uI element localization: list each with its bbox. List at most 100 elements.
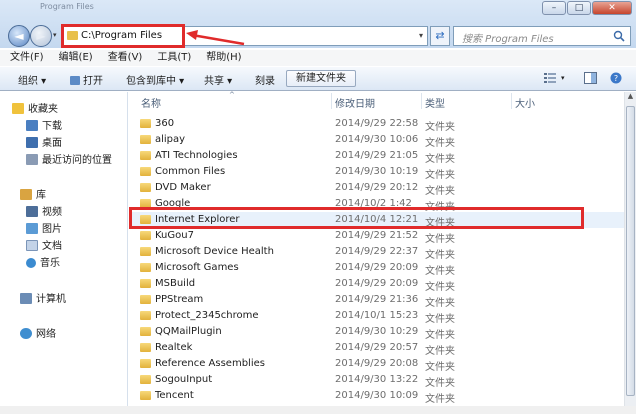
file-row[interactable]: PPStream 2014/9/29 21:36 文件夹 xyxy=(129,292,624,309)
file-name: QQMailPlugin xyxy=(155,326,222,337)
nav-pictures[interactable]: 图片 xyxy=(26,220,62,235)
nav-music-label: 音乐 xyxy=(40,258,60,269)
pictures-icon xyxy=(26,223,38,234)
file-type: 文件夹 xyxy=(425,298,455,309)
column-divider[interactable] xyxy=(511,93,512,109)
nav-favorites-label: 收藏夹 xyxy=(28,104,58,115)
file-row[interactable]: Microsoft Games 2014/9/29 20:09 文件夹 xyxy=(129,260,624,277)
open-button[interactable]: 打开 xyxy=(70,72,103,87)
file-row[interactable]: QQMailPlugin 2014/9/30 10:29 文件夹 xyxy=(129,324,624,341)
refresh-button[interactable]: ⇄ xyxy=(430,26,450,46)
folder-icon xyxy=(140,391,151,400)
back-button[interactable]: ◄ xyxy=(8,25,30,47)
include-in-library-button[interactable]: 包含到库中 ▾ xyxy=(126,72,184,87)
file-name: Tencent xyxy=(155,390,194,401)
navigation-pane: 收藏夹 下载 桌面 最近访问的位置 库 视频 图片 文档 音乐 计算机 网络 xyxy=(0,92,128,414)
column-date[interactable]: 修改日期 xyxy=(335,95,375,110)
menu-tools[interactable]: 工具(T) xyxy=(157,50,191,66)
file-date: 2014/9/29 20:57 xyxy=(335,342,419,353)
column-type[interactable]: 类型 xyxy=(425,95,445,110)
file-date: 2014/9/29 20:08 xyxy=(335,358,419,369)
file-row[interactable]: Protect_2345chrome 2014/10/1 15:23 文件夹 xyxy=(129,308,624,325)
minimize-button[interactable]: – xyxy=(542,1,566,15)
column-divider[interactable] xyxy=(331,93,332,109)
column-size[interactable]: 大小 xyxy=(515,95,535,110)
scroll-up-icon[interactable]: ▲ xyxy=(625,92,636,104)
status-bar xyxy=(0,406,636,414)
nav-desktop[interactable]: 桌面 xyxy=(26,134,62,149)
open-label: 打开 xyxy=(83,76,103,87)
file-row[interactable]: alipay 2014/9/30 10:06 文件夹 xyxy=(129,132,624,149)
search-input[interactable]: 搜索 Program Files xyxy=(453,26,631,46)
search-icon[interactable] xyxy=(613,30,625,42)
file-date: 2014/9/29 22:58 xyxy=(335,118,419,129)
file-row[interactable]: SogouInput 2014/9/30 13:22 文件夹 xyxy=(129,372,624,389)
nav-libraries[interactable]: 库 xyxy=(20,186,46,201)
nav-videos[interactable]: 视频 xyxy=(26,203,62,218)
command-bar: 组织 ▾ 打开 包含到库中 ▾ 共享 ▾ 刻录 新建文件夹 ▾ ? xyxy=(0,67,636,91)
menu-help[interactable]: 帮助(H) xyxy=(206,50,241,66)
nav-music[interactable]: 音乐 xyxy=(26,254,60,269)
change-view-icon[interactable] xyxy=(544,72,558,84)
address-dropdown[interactable]: ▾ xyxy=(419,31,423,40)
nav-downloads[interactable]: 下载 xyxy=(26,117,62,132)
nav-computer-label: 计算机 xyxy=(36,294,66,305)
search-placeholder: 搜索 Program Files xyxy=(462,34,554,45)
file-date: 2014/9/30 10:09 xyxy=(335,390,419,401)
file-row[interactable]: ATI Technologies 2014/9/29 21:05 文件夹 xyxy=(129,148,624,165)
file-name: Microsoft Games xyxy=(155,262,239,273)
file-name: MSBuild xyxy=(155,278,196,289)
file-row[interactable]: DVD Maker 2014/9/29 20:12 文件夹 xyxy=(129,180,624,197)
recent-pages-dropdown[interactable]: ▾ xyxy=(53,31,57,39)
new-folder-button[interactable]: 新建文件夹 xyxy=(286,70,356,87)
forward-button[interactable]: ► xyxy=(30,25,52,47)
open-icon xyxy=(70,76,80,85)
nav-recent-places[interactable]: 最近访问的位置 xyxy=(26,151,112,166)
nav-recent-label: 最近访问的位置 xyxy=(42,155,112,166)
menu-edit[interactable]: 编辑(E) xyxy=(59,50,93,66)
file-row[interactable]: Realtek 2014/9/29 20:57 文件夹 xyxy=(129,340,624,357)
video-icon xyxy=(26,206,38,217)
help-icon[interactable]: ? xyxy=(610,72,624,84)
file-type: 文件夹 xyxy=(425,346,455,357)
scrollbar-thumb[interactable] xyxy=(626,106,635,396)
folder-icon xyxy=(140,327,151,336)
vertical-scrollbar[interactable]: ▲ xyxy=(624,92,636,410)
file-type: 文件夹 xyxy=(425,154,455,165)
burn-button[interactable]: 刻录 xyxy=(255,72,275,87)
close-button[interactable]: ✕ xyxy=(592,1,632,15)
column-name[interactable]: 名称 xyxy=(141,95,161,110)
share-button[interactable]: 共享 ▾ xyxy=(204,72,232,87)
nav-desktop-label: 桌面 xyxy=(42,138,62,149)
file-row[interactable]: Reference Assemblies 2014/9/29 20:08 文件夹 xyxy=(129,356,624,373)
file-name: SogouInput xyxy=(155,374,213,385)
selection-annotation-box xyxy=(129,207,584,229)
maximize-button[interactable]: □ xyxy=(567,1,591,15)
nav-favorites[interactable]: 收藏夹 xyxy=(12,100,58,115)
sort-caret-icon: ^ xyxy=(229,91,235,99)
nav-documents[interactable]: 文档 xyxy=(26,237,62,252)
file-name: alipay xyxy=(155,134,186,145)
file-row[interactable]: Microsoft Device Health 2014/9/29 22:37 文件… xyxy=(129,244,624,261)
preview-pane-icon[interactable] xyxy=(584,72,598,84)
folder-icon xyxy=(140,375,151,384)
file-type: 文件夹 xyxy=(425,170,455,181)
file-row[interactable]: 360 2014/9/29 22:58 文件夹 xyxy=(129,116,624,133)
organize-button[interactable]: 组织 ▾ xyxy=(18,72,46,87)
view-dropdown-icon[interactable]: ▾ xyxy=(561,74,565,82)
menu-view[interactable]: 查看(V) xyxy=(108,50,143,66)
column-divider[interactable] xyxy=(421,93,422,109)
downloads-icon xyxy=(26,120,38,131)
file-row[interactable]: Tencent 2014/9/30 10:09 文件夹 xyxy=(129,388,624,405)
nav-network[interactable]: 网络 xyxy=(20,325,56,340)
nav-pictures-label: 图片 xyxy=(42,224,62,235)
menu-bar: 文件(F) 编辑(E) 查看(V) 工具(T) 帮助(H) xyxy=(0,50,636,66)
computer-icon xyxy=(20,293,32,304)
nav-computer[interactable]: 计算机 xyxy=(20,290,66,305)
file-name: DVD Maker xyxy=(155,182,211,193)
folder-icon xyxy=(140,151,151,160)
file-row[interactable]: Common Files 2014/9/30 10:19 文件夹 xyxy=(129,164,624,181)
file-row[interactable]: KuGou7 2014/9/29 21:52 文件夹 xyxy=(129,228,624,245)
file-row[interactable]: MSBuild 2014/9/29 20:09 文件夹 xyxy=(129,276,624,293)
menu-file[interactable]: 文件(F) xyxy=(10,50,44,66)
